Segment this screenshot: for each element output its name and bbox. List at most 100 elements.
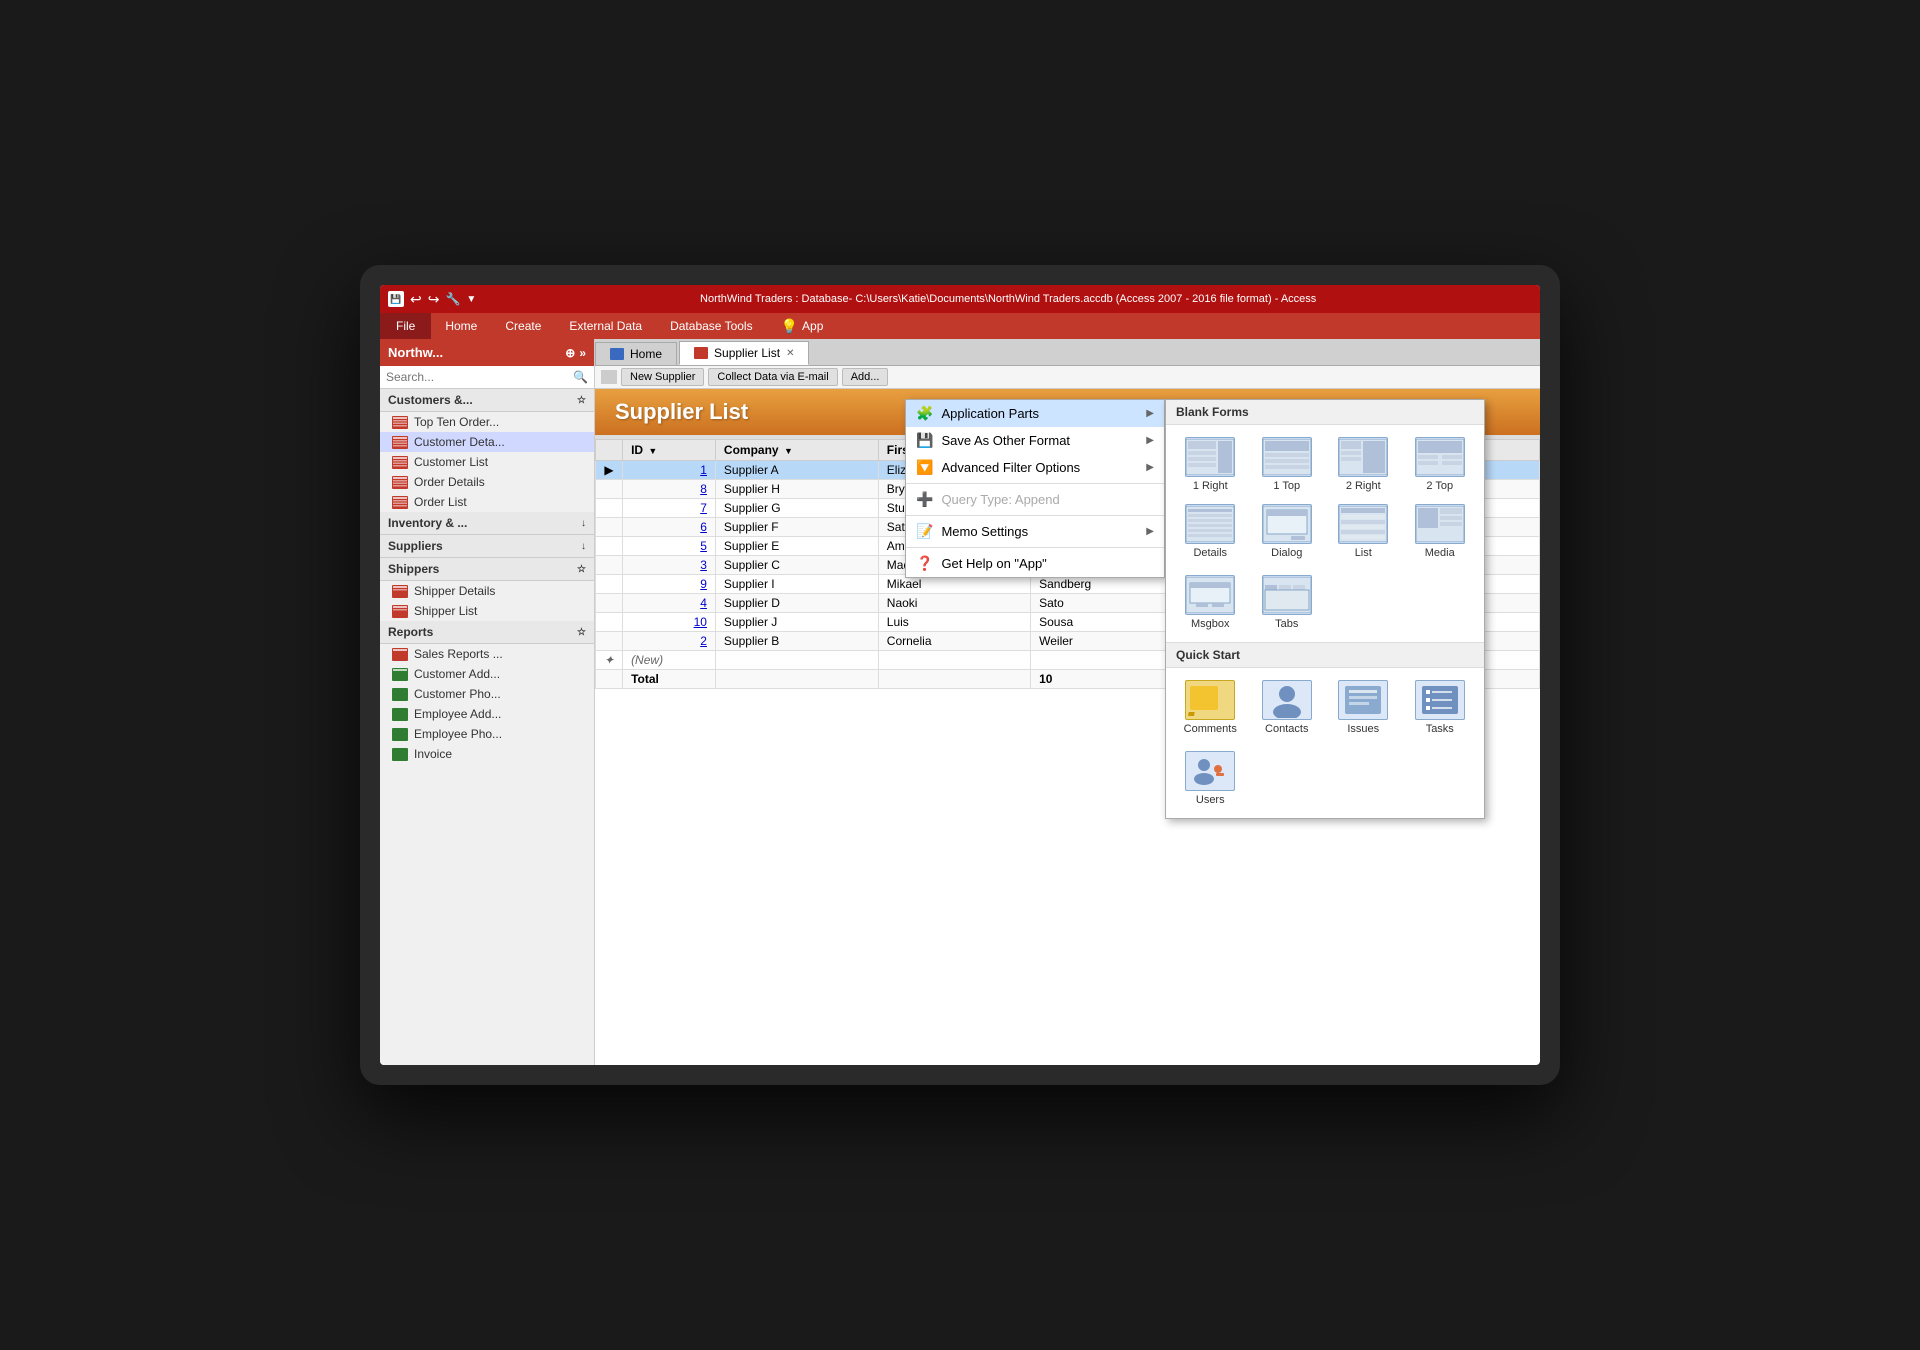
sidebar-item-order-details[interactable]: Order Details — [380, 472, 594, 492]
row-company[interactable]: Supplier A — [715, 461, 878, 480]
tab-supplier-list[interactable]: Supplier List ✕ — [679, 341, 809, 365]
row-company[interactable]: Supplier F — [715, 518, 878, 537]
dropdown-item-filter[interactable]: 🔽 Advanced Filter Options ▶ — [906, 454, 1164, 481]
menu-home[interactable]: Home — [431, 313, 491, 339]
dropdown-item-help[interactable]: ❓ Get Help on "App" — [906, 550, 1164, 577]
flyout-item-list[interactable]: List — [1327, 500, 1400, 563]
sidebar-item-customer-list-label: Customer List — [414, 455, 488, 469]
sidebar-item-order-list[interactable]: Order List — [380, 492, 594, 512]
row-first-name[interactable]: Cornelia — [878, 632, 1030, 651]
scroll-up-btn[interactable] — [601, 370, 617, 384]
undo-icon[interactable]: ↩ — [410, 291, 422, 308]
section-reports[interactable]: Reports ☆ — [380, 621, 594, 644]
dropdown-item-memo[interactable]: 📝 Memo Settings ▶ — [906, 518, 1164, 545]
row-id[interactable]: 1 — [623, 461, 716, 480]
row-company[interactable]: Supplier J — [715, 613, 878, 632]
flyout-item-dialog[interactable]: Dialog — [1251, 500, 1324, 563]
row-company[interactable]: Supplier B — [715, 632, 878, 651]
menu-database-tools[interactable]: Database Tools — [656, 313, 767, 339]
flyout-item-tasks[interactable]: Tasks — [1404, 676, 1477, 739]
flyout-item-media[interactable]: Media — [1404, 500, 1477, 563]
dropdown-item-filter-label: Advanced Filter Options — [941, 460, 1138, 475]
flyout-item-2right[interactable]: 2 Right — [1327, 433, 1400, 496]
sidebar-item-top-ten[interactable]: Top Ten Order... — [380, 412, 594, 432]
collect-data-btn[interactable]: Collect Data via E-mail — [708, 368, 837, 386]
row-first-name[interactable]: Luis — [878, 613, 1030, 632]
flyout-item-1top[interactable]: 1 Top — [1251, 433, 1324, 496]
row-id[interactable]: 10 — [623, 613, 716, 632]
sidebar-item-customer-list[interactable]: Customer List — [380, 452, 594, 472]
redo-icon[interactable]: ↪ — [428, 291, 440, 308]
row-id[interactable]: 7 — [623, 499, 716, 518]
row-company[interactable]: Supplier D — [715, 594, 878, 613]
flyout-item-msgbox[interactable]: Msgbox — [1174, 571, 1247, 634]
flyout-item-issues[interactable]: Issues — [1327, 676, 1400, 739]
dropdown-arrow-icon[interactable]: ▼ — [466, 294, 476, 305]
row-company[interactable]: Supplier H — [715, 480, 878, 499]
row-id[interactable]: 8 — [623, 480, 716, 499]
1right-img — [1185, 437, 1235, 477]
menu-app[interactable]: 💡 App — [767, 313, 838, 339]
sidebar-collapse-icon[interactable]: ⊕ — [565, 346, 575, 360]
row-indicator — [596, 499, 623, 518]
section-customers[interactable]: Customers &... ☆ — [380, 389, 594, 412]
tab-home[interactable]: Home — [595, 342, 677, 365]
section-suppliers[interactable]: Suppliers ↓ — [380, 535, 594, 558]
tab-close-icon[interactable]: ✕ — [786, 348, 794, 359]
col-id[interactable]: ID ▼ — [623, 440, 716, 461]
flyout-item-1right[interactable]: 1 Right — [1174, 433, 1247, 496]
sidebar-item-employee-add[interactable]: Employee Add... — [380, 704, 594, 724]
tab-bar: Home Supplier List ✕ — [595, 339, 1540, 366]
menu-external-data[interactable]: External Data — [555, 313, 656, 339]
sidebar-item-employee-pho[interactable]: Employee Pho... — [380, 724, 594, 744]
customer-pho-icon — [392, 688, 408, 701]
save-icon[interactable]: 💾 — [388, 291, 404, 307]
flyout-item-tabs[interactable]: Tabs — [1251, 571, 1324, 634]
section-shippers[interactable]: Shippers ☆ — [380, 558, 594, 581]
total-indicator — [596, 670, 623, 689]
save-as-arrow-icon: ▶ — [1146, 435, 1154, 446]
section-inventory[interactable]: Inventory & ... ↓ — [380, 512, 594, 535]
sidebar-item-customer-detail[interactable]: Customer Deta... — [380, 432, 594, 452]
dropdown-item-save-as[interactable]: 💾 Save As Other Format ▶ — [906, 427, 1164, 454]
dropdown-item-application-parts[interactable]: 🧩 Application Parts ▶ — [906, 400, 1164, 427]
new-supplier-btn[interactable]: New Supplier — [621, 368, 704, 386]
sidebar-item-top-ten-label: Top Ten Order... — [414, 415, 499, 429]
flyout-item-contacts[interactable]: Contacts — [1251, 676, 1324, 739]
row-id[interactable]: 2 — [623, 632, 716, 651]
add-btn[interactable]: Add... — [842, 368, 889, 386]
sidebar-item-invoice[interactable]: Invoice — [380, 744, 594, 764]
row-id[interactable]: 4 — [623, 594, 716, 613]
menu-create[interactable]: Create — [491, 313, 555, 339]
row-id[interactable]: 5 — [623, 537, 716, 556]
col-company[interactable]: Company ▼ — [715, 440, 878, 461]
separator-2 — [906, 515, 1164, 516]
dialog-img — [1262, 504, 1312, 544]
sidebar-item-sales-reports-label: Sales Reports ... — [414, 647, 503, 661]
row-first-name[interactable]: Naoki — [878, 594, 1030, 613]
row-id[interactable]: 6 — [623, 518, 716, 537]
flyout-item-2top[interactable]: 2 Top — [1404, 433, 1477, 496]
sidebar-item-customer-add[interactable]: Customer Add... — [380, 664, 594, 684]
sidebar-item-sales-reports[interactable]: Sales Reports ... — [380, 644, 594, 664]
row-company[interactable]: Supplier E — [715, 537, 878, 556]
row-id[interactable]: 9 — [623, 575, 716, 594]
window-title: NorthWind Traders : Database- C:\Users\K… — [484, 293, 1532, 305]
contacts-img — [1262, 680, 1312, 720]
memo-arrow-icon: ▶ — [1146, 526, 1154, 537]
row-company[interactable]: Supplier I — [715, 575, 878, 594]
flyout-item-comments[interactable]: Comments — [1174, 676, 1247, 739]
row-company[interactable]: Supplier G — [715, 499, 878, 518]
row-company[interactable]: Supplier C — [715, 556, 878, 575]
row-id[interactable]: 3 — [623, 556, 716, 575]
1top-label: 1 Top — [1273, 480, 1300, 492]
search-input[interactable] — [386, 370, 573, 384]
customize-icon[interactable]: 🔧 — [445, 292, 460, 306]
flyout-item-users[interactable]: Users — [1174, 747, 1247, 810]
flyout-item-details[interactable]: Details — [1174, 500, 1247, 563]
sidebar-menu-icon[interactable]: » — [579, 346, 586, 360]
menu-file[interactable]: File — [380, 313, 431, 339]
sidebar-item-shipper-list[interactable]: Shipper List — [380, 601, 594, 621]
sidebar-item-shipper-details[interactable]: Shipper Details — [380, 581, 594, 601]
sidebar-item-customer-pho[interactable]: Customer Pho... — [380, 684, 594, 704]
